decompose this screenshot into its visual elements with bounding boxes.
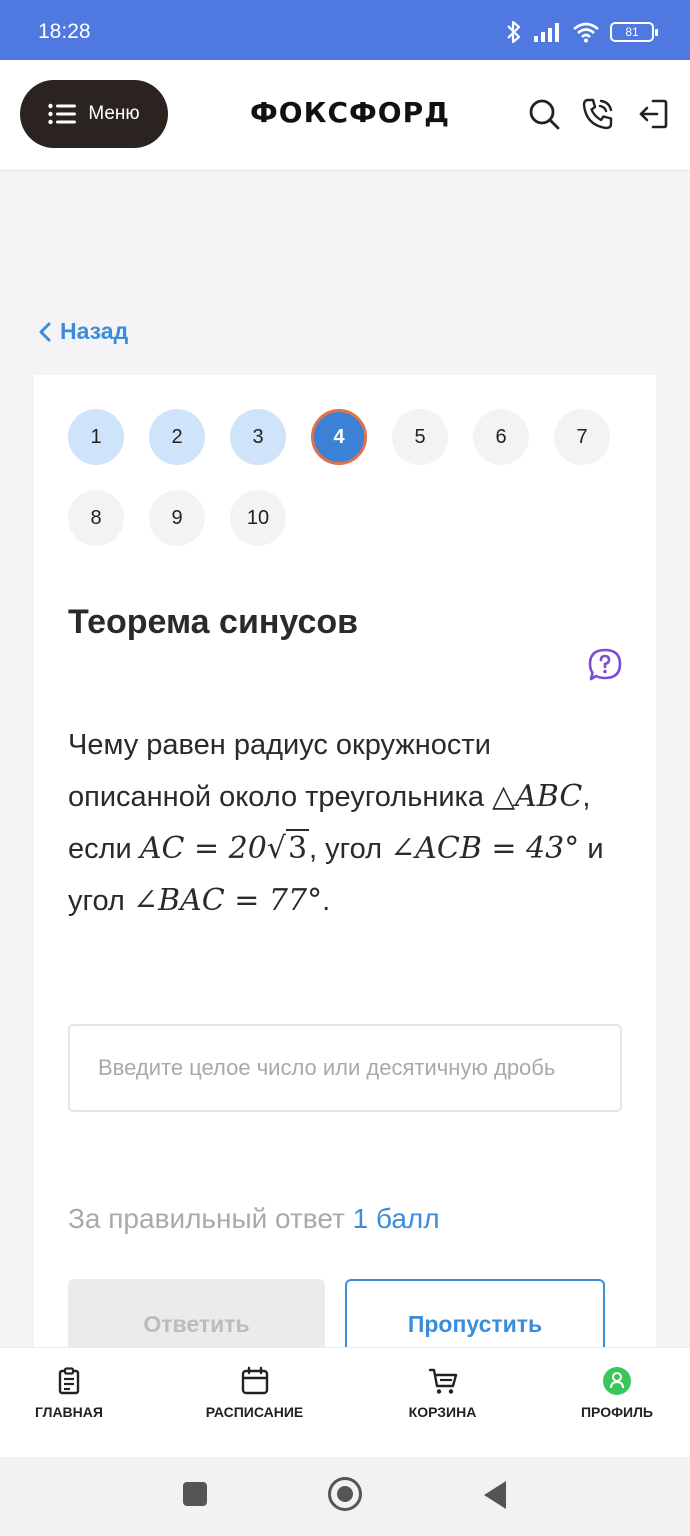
task-title: Теорема синусов (68, 603, 359, 641)
phone-icon[interactable] (580, 96, 616, 132)
math-angle-acb: ∠ACB = 43° (390, 831, 580, 866)
question-end: . (322, 885, 331, 917)
answer-input[interactable]: Введите целое число или десятичную дробь (68, 1024, 622, 1112)
pager-item-8[interactable]: 8 (68, 490, 124, 546)
question-text-1: Чему равен радиус окружности описанной о… (68, 729, 493, 813)
answer-placeholder: Введите целое число или десятичную дробь (98, 1055, 556, 1080)
search-icon[interactable] (526, 96, 562, 132)
hamburger-icon (48, 103, 77, 125)
status-time: 18:28 (38, 20, 91, 43)
menu-label: Меню (88, 103, 140, 124)
pager-item-2[interactable]: 2 (149, 409, 205, 465)
pager-item-label: 8 (90, 506, 102, 529)
points-value: 1 балл (352, 1203, 440, 1234)
back-link[interactable]: Назад (38, 318, 128, 345)
pager-item-3[interactable]: 3 (230, 409, 286, 465)
home-button[interactable] (328, 1477, 362, 1511)
pager-item-label: 10 (246, 506, 270, 529)
task-card: 1 2 3 4 5 6 7 8 9 10 Теорема синусов Чем… (34, 375, 656, 1369)
pager-item-label: 6 (495, 425, 507, 448)
pager-item-7[interactable]: 7 (554, 409, 610, 465)
system-nav-bar (0, 1457, 690, 1536)
pager-item-label: 7 (576, 425, 588, 448)
help-icon[interactable] (587, 647, 623, 683)
bluetooth-icon (507, 20, 521, 44)
cart-icon (428, 1368, 457, 1394)
nav-item-home[interactable]: ГЛАВНАЯ (34, 1366, 104, 1420)
back-button[interactable] (484, 1481, 506, 1509)
nav-item-profile[interactable]: ПРОФИЛЬ (577, 1366, 657, 1420)
nav-label-cart: КОРЗИНА (408, 1404, 477, 1420)
app-header: Меню ФОКСФОРД (0, 60, 690, 170)
status-bar: 18:28 81 (0, 0, 690, 60)
wifi-icon (573, 22, 599, 43)
menu-button[interactable]: Меню (20, 80, 168, 148)
profile-avatar-icon (603, 1367, 631, 1395)
pager-item-label: 1 (90, 425, 102, 448)
nav-label-profile: ПРОФИЛЬ (580, 1404, 653, 1420)
status-icons: 81 (504, 18, 658, 46)
math-triangle: △ABC (492, 779, 583, 814)
pager-item-label: 4 (333, 425, 345, 448)
points-info: За правильный ответ 1 балл (68, 1203, 440, 1235)
pager-item-label: 3 (252, 425, 264, 448)
clipboard-icon (58, 1367, 80, 1395)
bottom-nav: ГЛАВНАЯ РАСПИСАНИЕ КОРЗИНА ПРОФИЛЬ (0, 1347, 690, 1457)
nav-label-home: ГЛАВНАЯ (35, 1404, 103, 1420)
recent-apps-button[interactable] (183, 1482, 207, 1506)
pager-item-10[interactable]: 10 (230, 490, 286, 546)
pager-item-9[interactable]: 9 (149, 490, 205, 546)
math-ac: AC = 20 (139, 831, 267, 866)
nav-label-schedule: РАСПИСАНИЕ (205, 1404, 304, 1420)
chevron-left-icon (39, 322, 51, 341)
points-prefix: За правильный ответ (68, 1203, 353, 1234)
math-angle-bac: ∠BAC = 77° (132, 883, 323, 918)
question-text-3: , угол (309, 833, 391, 865)
pager-item-label: 5 (414, 425, 426, 448)
pager-item-1[interactable]: 1 (68, 409, 124, 465)
math-sqrt-radicand: 3 (285, 829, 310, 866)
foxford-logo[interactable]: ФОКСФОРД (250, 96, 450, 129)
signal-icon (534, 23, 559, 42)
math-sqrt: √3 (266, 829, 310, 866)
logout-icon[interactable] (635, 96, 671, 132)
pager-item-label: 9 (171, 506, 183, 529)
calendar-icon (241, 1366, 268, 1395)
nav-item-schedule[interactable]: РАСПИСАНИЕ (202, 1366, 307, 1420)
pager-item-5[interactable]: 5 (392, 409, 448, 465)
nav-item-cart[interactable]: КОРЗИНА (405, 1366, 480, 1420)
pager-item-label: 2 (171, 425, 183, 448)
task-question: Чему равен радиус окружности описанной о… (68, 720, 628, 927)
battery-indicator: 81 (610, 22, 658, 42)
pager-item-6[interactable]: 6 (473, 409, 529, 465)
back-label: Назад (60, 318, 129, 344)
pager-item-4[interactable]: 4 (311, 409, 367, 465)
